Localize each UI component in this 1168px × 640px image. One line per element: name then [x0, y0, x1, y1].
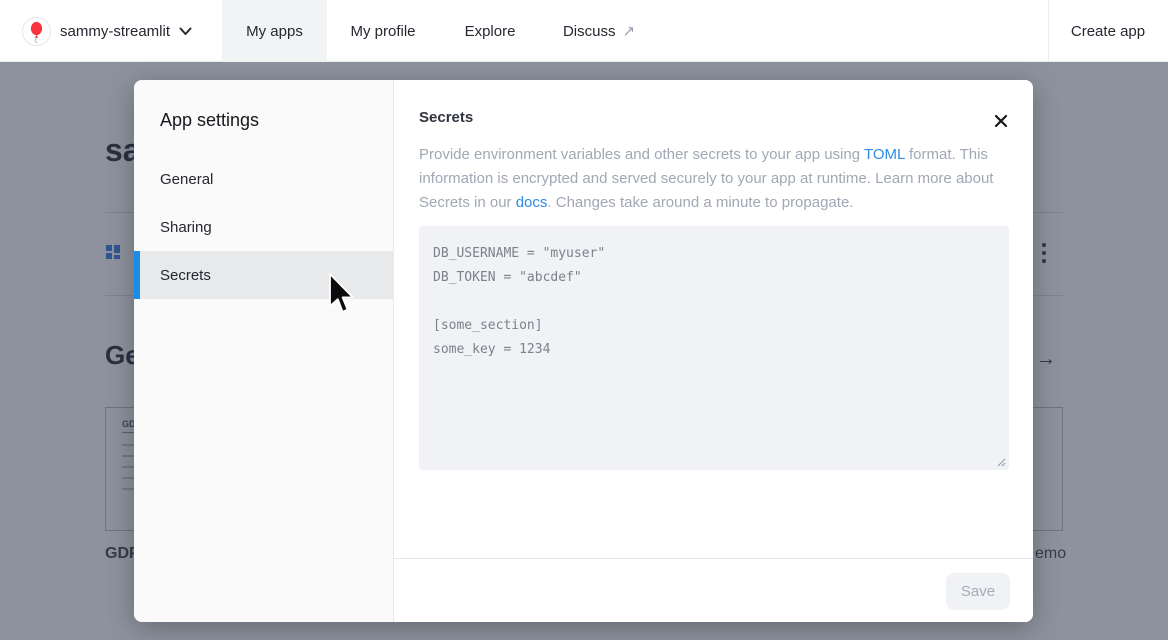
sidebar-item-label: Sharing	[160, 219, 212, 236]
description-text: . Changes take around a minute to propag…	[547, 194, 853, 211]
modal-footer: Save	[394, 558, 1033, 622]
sidebar-item-secrets[interactable]: Secrets	[134, 251, 393, 299]
tab-explore-label: Explore	[465, 23, 516, 40]
tab-explore[interactable]: Explore	[447, 0, 533, 62]
sidebar-item-general[interactable]: General	[134, 155, 393, 203]
resize-handle-icon[interactable]	[995, 456, 1007, 468]
secrets-textarea[interactable]: DB_USERNAME = "myuser" DB_TOKEN = "abcde…	[419, 226, 1009, 470]
sidebar-item-sharing[interactable]: Sharing	[134, 203, 393, 251]
secrets-panel: Secrets Provide environment variables an…	[394, 80, 1033, 622]
chevron-down-icon	[179, 27, 192, 36]
tab-my-profile-label: My profile	[350, 23, 415, 40]
tab-my-apps[interactable]: My apps	[222, 0, 327, 62]
secrets-editor-container: DB_USERNAME = "myuser" DB_TOKEN = "abcde…	[419, 226, 1009, 470]
toml-link[interactable]: TOML	[864, 146, 905, 163]
settings-sidebar: App settings General Sharing Secrets	[134, 80, 394, 622]
sidebar-item-label: General	[160, 171, 213, 188]
workspace-switcher[interactable]: sammy-streamlit	[22, 0, 192, 62]
app-window: sammy-streamlit My apps My profile Explo…	[0, 0, 1168, 640]
tab-discuss-label: Discuss	[563, 23, 616, 40]
streamlit-balloon-logo	[22, 17, 51, 46]
app-settings-modal: App settings General Sharing Secrets Sec…	[134, 80, 1033, 622]
sidebar-item-label: Secrets	[160, 267, 211, 284]
settings-title: App settings	[134, 80, 393, 131]
settings-menu: General Sharing Secrets	[134, 155, 393, 299]
close-icon	[994, 114, 1008, 128]
close-button[interactable]	[992, 112, 1010, 130]
create-app-label: Create app	[1071, 23, 1145, 40]
tab-discuss[interactable]: Discuss ↗	[543, 0, 655, 62]
top-navbar: sammy-streamlit My apps My profile Explo…	[0, 0, 1168, 62]
docs-link[interactable]: docs	[516, 194, 548, 211]
workspace-name: sammy-streamlit	[60, 23, 170, 40]
balloon-icon	[23, 18, 50, 45]
tab-my-profile[interactable]: My profile	[332, 0, 434, 62]
tab-my-apps-label: My apps	[246, 23, 303, 40]
save-button[interactable]: Save	[946, 573, 1010, 610]
panel-title: Secrets	[419, 109, 473, 126]
external-link-icon: ↗	[622, 22, 635, 40]
secrets-description: Provide environment variables and other …	[419, 143, 1004, 215]
create-app-button[interactable]: Create app	[1048, 0, 1168, 62]
description-text: Provide environment variables and other …	[419, 146, 864, 163]
